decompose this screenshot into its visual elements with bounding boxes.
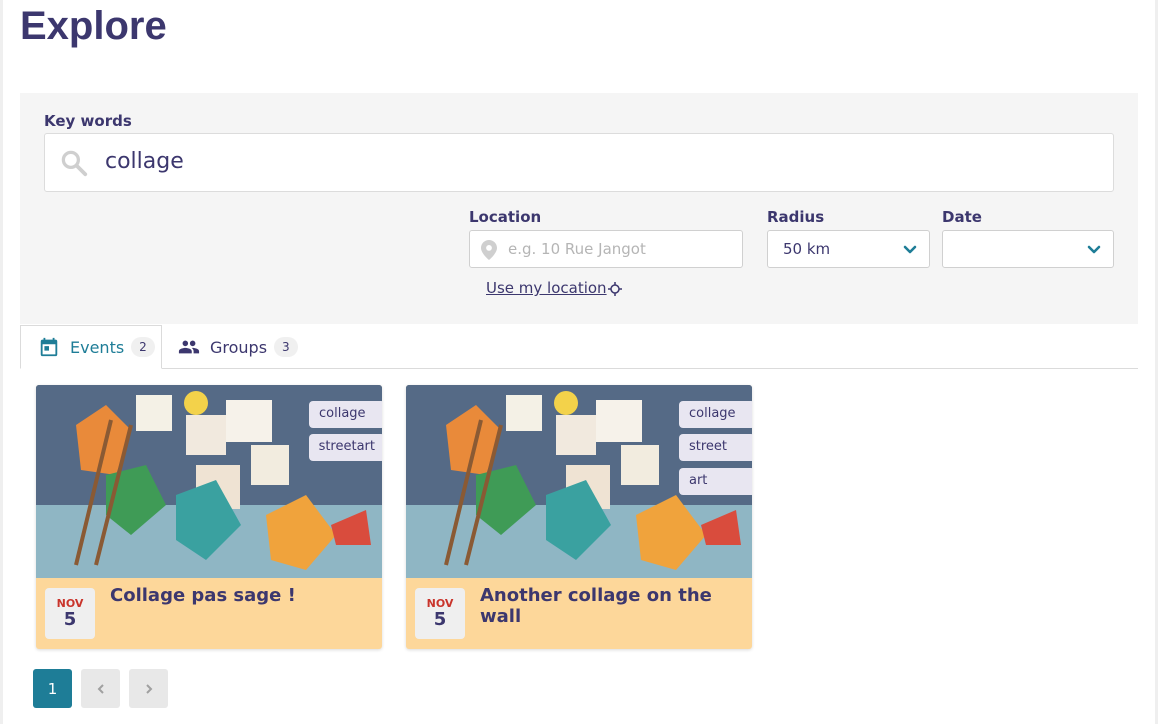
crosshairs-icon[interactable] [608, 282, 622, 296]
location-input[interactable] [508, 237, 728, 261]
event-day: 5 [433, 609, 447, 630]
page: Explore Key words collage Location Radiu… [3, 0, 1155, 724]
keywords-label: Key words [44, 112, 132, 130]
tab-groups[interactable]: Groups 3 [178, 325, 298, 369]
event-date-badge: NOV 5 [45, 588, 95, 639]
chevron-down-icon [903, 245, 917, 254]
keywords-input[interactable]: collage [44, 133, 1114, 192]
tag-badge[interactable]: collage [679, 401, 752, 428]
calendar-icon [40, 337, 58, 357]
radius-select[interactable]: 50 km [767, 230, 930, 268]
groups-icon [178, 340, 200, 354]
event-date-badge: NOV 5 [415, 588, 465, 639]
chevron-left-icon [97, 683, 104, 694]
event-card[interactable]: collage streetart NOV 5 Collage pas sage… [36, 385, 382, 649]
tag-badge[interactable]: street [679, 434, 752, 461]
location-field[interactable] [469, 230, 743, 268]
pagination-prev-button[interactable] [81, 669, 120, 708]
tab-events[interactable]: Events 2 [20, 325, 162, 369]
pagination-page-current[interactable]: 1 [33, 669, 72, 708]
search-icon [61, 150, 88, 177]
chevron-down-icon [1087, 245, 1101, 254]
tab-events-label: Events [70, 337, 125, 357]
event-day: 5 [63, 609, 77, 630]
event-card[interactable]: collage street art NOV 5 Another collage… [406, 385, 752, 649]
location-label: Location [469, 208, 542, 226]
search-panel: Key words collage Location Radius 50 km … [20, 93, 1138, 324]
tag-badge[interactable]: streetart [308, 434, 382, 461]
event-title[interactable]: Another collage on the wall [480, 585, 752, 627]
tab-groups-label: Groups [210, 337, 268, 357]
groups-count-badge: 3 [274, 337, 298, 357]
map-marker-icon [481, 240, 497, 260]
page-title: Explore [20, 4, 167, 48]
radius-label: Radius [767, 208, 825, 226]
tag-badge[interactable]: art [679, 468, 752, 495]
pagination-next-button[interactable] [129, 669, 168, 708]
radius-value: 50 km [783, 240, 831, 258]
event-title[interactable]: Collage pas sage ! [110, 585, 296, 606]
date-label: Date [942, 208, 982, 226]
results-tabs: Events 2 Groups 3 [20, 325, 1138, 369]
events-count-badge: 2 [131, 337, 155, 357]
date-select[interactable] [942, 230, 1114, 268]
tag-badge[interactable]: collage [309, 401, 382, 428]
keywords-value: collage [105, 149, 184, 174]
use-my-location-link[interactable]: Use my location [486, 279, 607, 297]
chevron-right-icon [145, 683, 152, 694]
